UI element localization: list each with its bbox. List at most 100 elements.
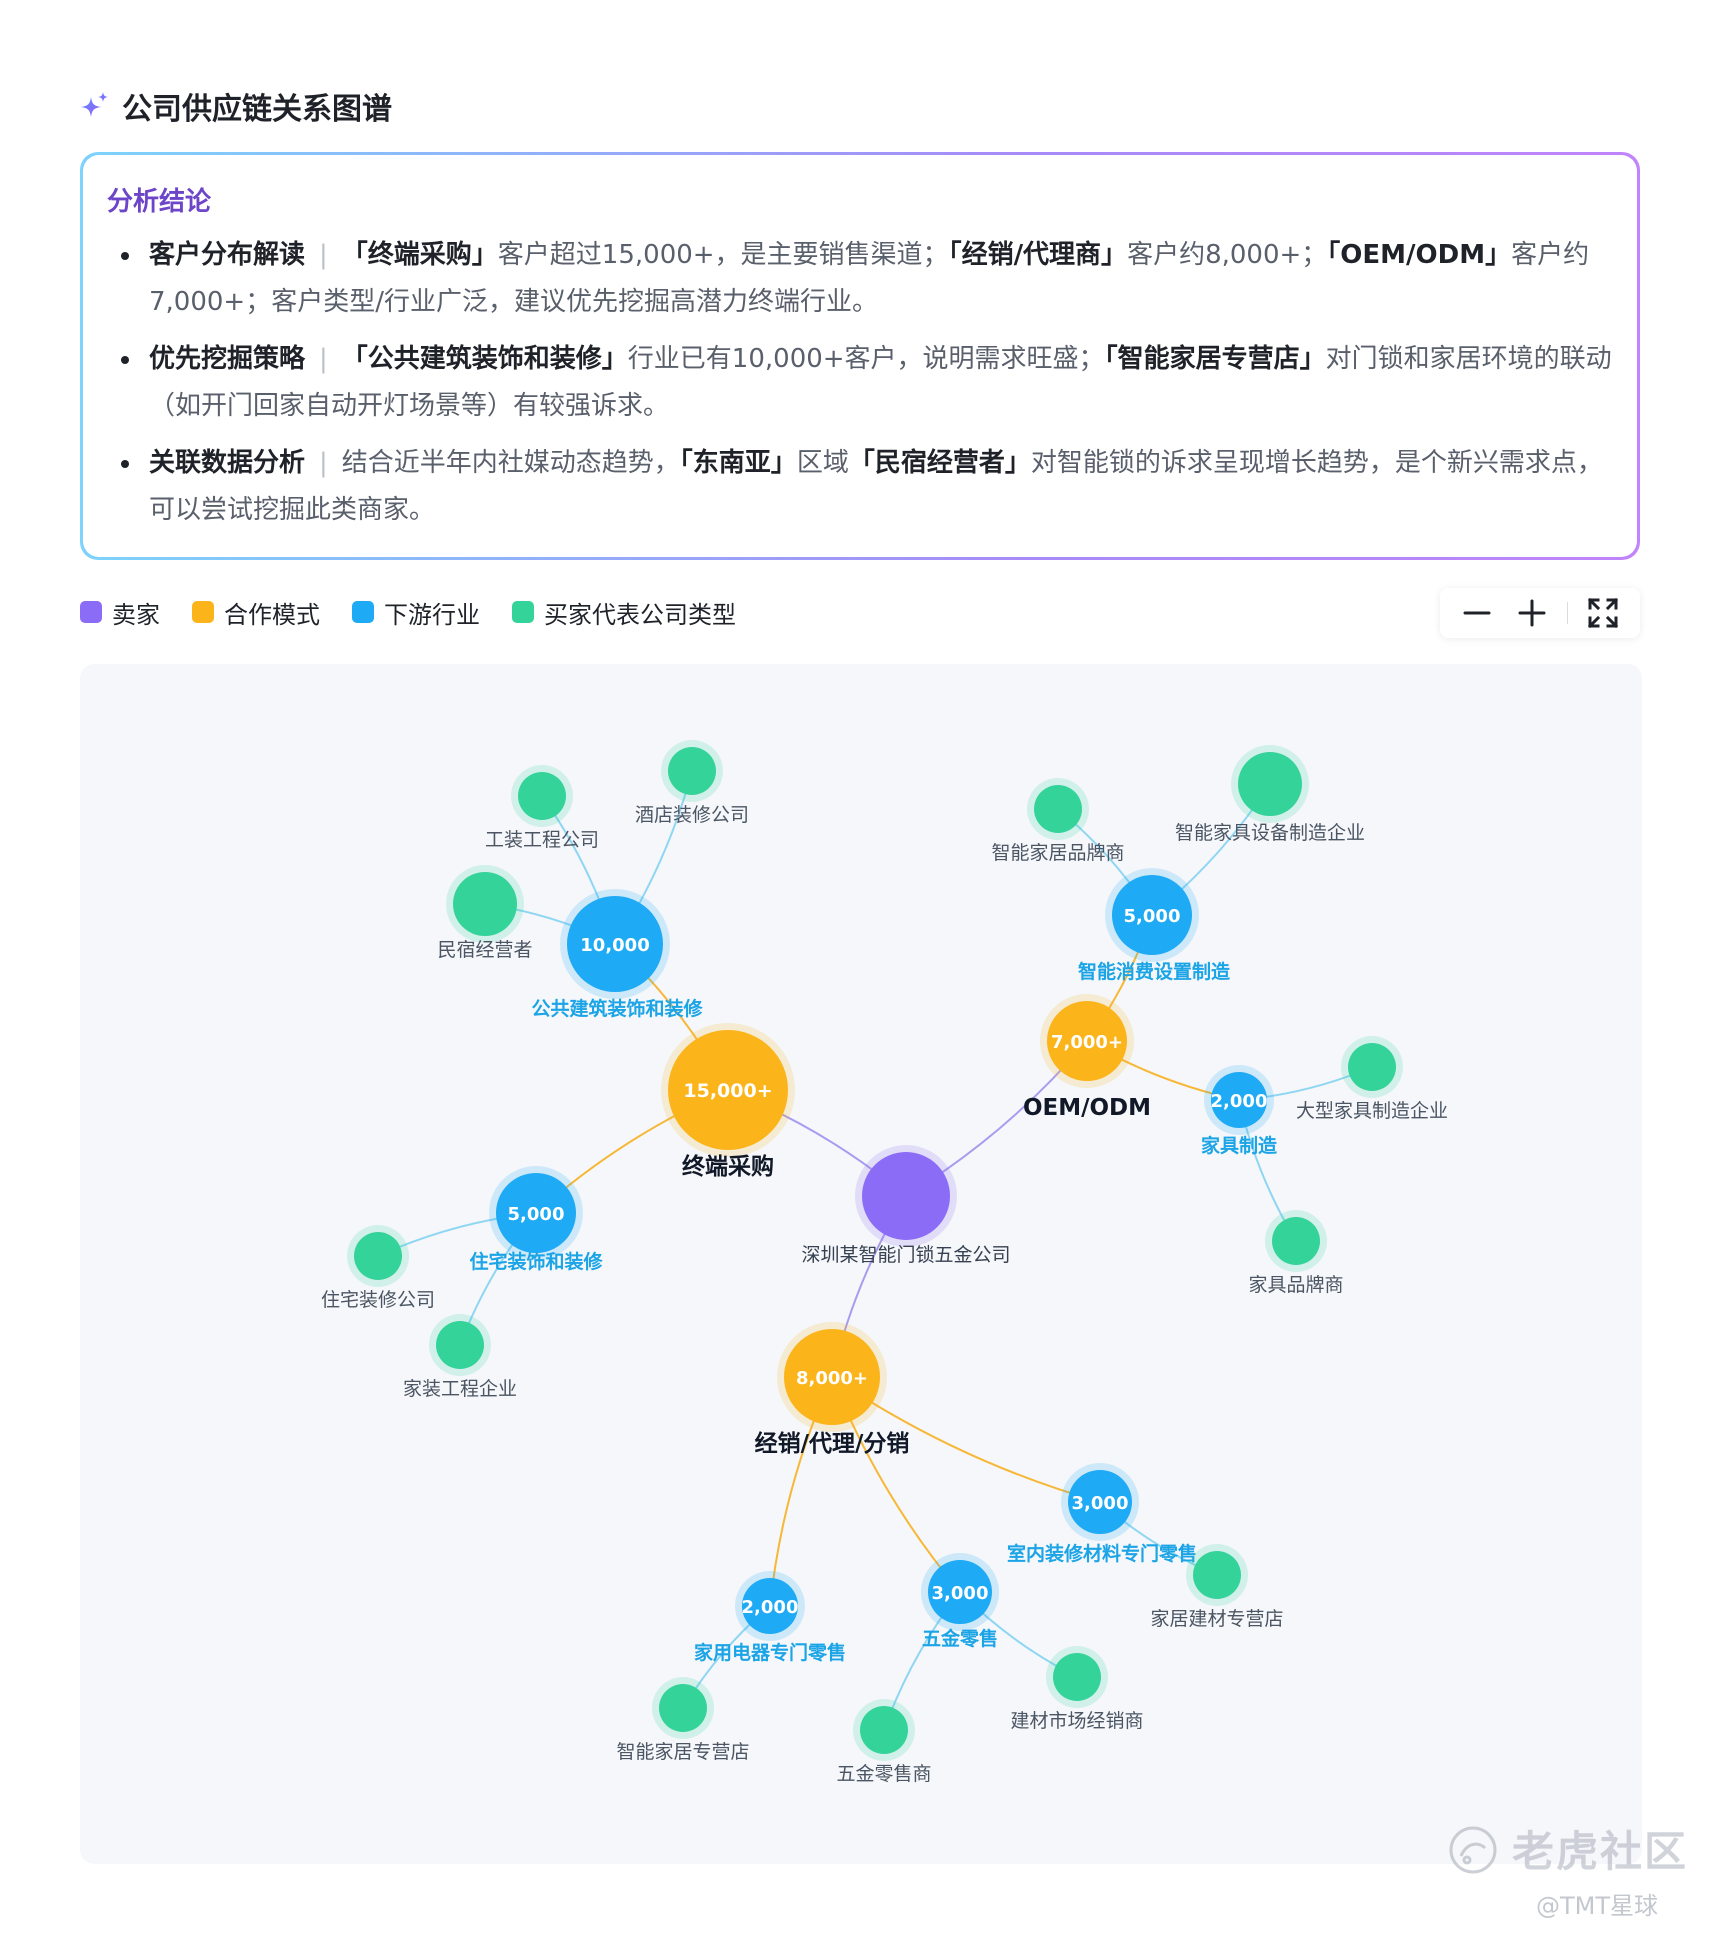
node-label: 智能消费设置制造 [1078, 960, 1231, 983]
zoom-in-button[interactable] [1512, 593, 1552, 633]
legend-item[interactable]: 卖家 [80, 595, 160, 630]
node-label: 民宿经营者 [437, 939, 532, 961]
graph-node-buyer[interactable]: 家具品牌商 [1248, 1210, 1344, 1296]
node-label: 智能家具设备制造企业 [1175, 822, 1365, 844]
legend-swatch [80, 601, 102, 623]
graph-node-buyer[interactable]: 民宿经营者 [437, 865, 533, 961]
node-label: 家居建材专营店 [1150, 1608, 1283, 1630]
node-label: 家具制造 [1201, 1134, 1278, 1157]
legend-label: 买家代表公司类型 [544, 600, 736, 629]
graph-node-mode[interactable]: 8,000+ 经销/代理/分销 [755, 1322, 910, 1457]
node-circle [659, 1684, 707, 1732]
bullet-text: 客户超过15,000+，是主要销售渠道； [497, 240, 949, 270]
graph-node-buyer[interactable]: 住宅装修公司 [321, 1225, 435, 1311]
node-value: 5,000 [1124, 906, 1181, 927]
title-row: 公司供应链关系图谱 [80, 84, 392, 128]
graph-node-seller[interactable]: 深圳某智能门锁五金公司 [801, 1145, 1011, 1266]
legend-swatch [352, 601, 374, 623]
plus-icon [1518, 599, 1546, 627]
bullet-heading: 客户分布解读 [149, 240, 306, 270]
bullet-text: 客户约8,000+； [1127, 240, 1328, 270]
highlight-term: 「OEM/ODM」 [1327, 240, 1512, 270]
node-circle [860, 1706, 908, 1754]
graph-node-industry[interactable]: 2,000 家用电器专门零售 [694, 1571, 846, 1664]
highlight-term: 「智能家居专营店」 [1104, 344, 1326, 374]
graph-node-mode[interactable]: 15,000+ 终端采购 [661, 1023, 795, 1180]
node-circle [668, 747, 716, 795]
graph-node-buyer[interactable]: 家装工程企业 [403, 1314, 517, 1400]
node-circle [453, 872, 517, 936]
fullscreen-button[interactable] [1583, 593, 1623, 633]
node-label: 五金零售商 [836, 1763, 931, 1785]
graph-node-industry[interactable]: 10,000 公共建筑装饰和装修 [531, 889, 703, 1020]
node-value: 7,000+ [1051, 1032, 1123, 1053]
analysis-conclusion-card: 分析结论 客户分布解读 | 「终端采购」客户超过15,000+，是主要销售渠道；「经… [80, 152, 1640, 560]
conclusion-bullet: 客户分布解读 | 「终端采购」客户超过15,000+，是主要销售渠道；「经销/代理商… [107, 232, 1613, 326]
graph-node-buyer[interactable]: 智能家居专营店 [616, 1677, 750, 1763]
legend-item[interactable]: 下游行业 [352, 595, 480, 630]
sparkle-icon [81, 92, 108, 117]
node-value: 3,000 [932, 1583, 989, 1604]
node-circle [354, 1232, 402, 1280]
node-label: 住宅装饰和装修 [469, 1250, 603, 1273]
node-value: 8,000+ [796, 1368, 868, 1389]
graph-node-industry[interactable]: 5,000 住宅装饰和装修 [469, 1166, 603, 1273]
node-circle [1053, 1653, 1101, 1701]
bullet-separator: | [319, 448, 328, 478]
node-label: 五金零售 [922, 1627, 998, 1650]
node-label: 终端采购 [682, 1153, 774, 1180]
graph-node-mode[interactable]: 7,000+ OEM/ODM [1023, 994, 1151, 1121]
node-label: 家用电器专门零售 [694, 1641, 846, 1664]
node-circle [1238, 752, 1302, 816]
supply-chain-graph[interactable]: 深圳某智能门锁五金公司 15,000+ 终端采购 7,000+ OEM/ODM 8,000… [80, 664, 1642, 1864]
legend-item[interactable]: 买家代表公司类型 [512, 595, 736, 630]
node-label: 家装工程企业 [403, 1378, 517, 1400]
legend-label: 下游行业 [384, 600, 480, 629]
page-title: 公司供应链关系图谱 [122, 92, 392, 127]
node-value: 15,000+ [683, 1080, 772, 1102]
graph-node-industry[interactable]: 2,000 家具制造 [1201, 1065, 1278, 1157]
graph-node-buyer[interactable]: 智能家具设备制造企业 [1175, 745, 1365, 844]
node-value: 2,000 [1211, 1091, 1268, 1112]
node-circle [1272, 1217, 1320, 1265]
node-label: OEM/ODM [1023, 1095, 1151, 1121]
node-circle [1193, 1551, 1241, 1599]
graph-node-industry[interactable]: 5,000 智能消费设置制造 [1078, 868, 1231, 983]
node-label: 室内装修材料专门零售 [1007, 1542, 1197, 1565]
node-label: 建材市场经销商 [1010, 1710, 1143, 1732]
graph-node-buyer[interactable]: 工装工程公司 [485, 765, 599, 851]
conclusion-bullet: 优先挖掘策略 | 「公共建筑装饰和装修」行业已有10,000+客户，说明需求旺盛；「… [107, 336, 1613, 430]
node-circle [1034, 785, 1082, 833]
graph-canvas[interactable]: 深圳某智能门锁五金公司 15,000+ 终端采购 7,000+ OEM/ODM 8,000… [80, 664, 1642, 1864]
toolbar-divider [1566, 602, 1568, 624]
graph-node-buyer[interactable]: 五金零售商 [836, 1699, 932, 1785]
legend-label: 合作模式 [224, 600, 320, 629]
bullet-text: 行业已有10,000+客户，说明需求旺盛； [627, 344, 1105, 374]
zoom-out-button[interactable] [1457, 593, 1497, 633]
bullet-text: 结合近半年内社媒动态趋势， [341, 448, 680, 478]
watermark-handle: @TMT星球 [1536, 1892, 1659, 1920]
legend-item[interactable]: 合作模式 [192, 595, 320, 630]
conclusion-list: 客户分布解读 | 「终端采购」客户超过15,000+，是主要销售渠道；「经销/代理商… [107, 232, 1613, 534]
conclusion-title: 分析结论 [107, 187, 212, 217]
node-value: 5,000 [508, 1204, 565, 1225]
graph-node-buyer[interactable]: 酒店装修公司 [635, 740, 749, 826]
node-value: 2,000 [742, 1597, 799, 1618]
fullscreen-icon [1587, 597, 1618, 629]
bullet-separator: | [319, 344, 328, 374]
graph-node-buyer[interactable]: 建材市场经销商 [1010, 1646, 1144, 1732]
highlight-term: 「民宿经营者」 [848, 448, 1031, 478]
node-label: 住宅装修公司 [321, 1289, 435, 1311]
legend-swatch [512, 601, 534, 623]
node-label: 智能家居专营店 [616, 1741, 749, 1763]
graph-node-buyer[interactable]: 大型家具制造企业 [1296, 1036, 1448, 1122]
node-label: 酒店装修公司 [635, 804, 749, 826]
highlight-term: 「终端采购」 [341, 240, 498, 270]
node-circle [518, 772, 566, 820]
node-value: 3,000 [1072, 1493, 1129, 1514]
highlight-term: 「经销/代理商」 [948, 240, 1128, 270]
graph-legend: 卖家 合作模式 下游行业 买家代表公司类型 [80, 594, 736, 630]
graph-node-buyer[interactable]: 智能家居品牌商 [991, 778, 1125, 864]
graph-node-industry[interactable]: 3,000 五金零售 [921, 1553, 999, 1650]
graph-node-industry[interactable]: 3,000 室内装修材料专门零售 [1007, 1463, 1197, 1565]
